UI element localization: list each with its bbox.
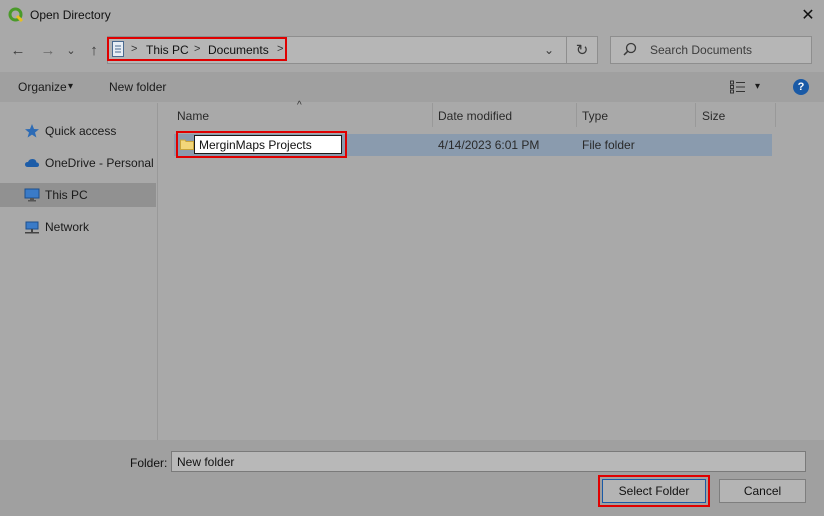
rename-highlight-box bbox=[176, 131, 347, 158]
column-header-name[interactable]: Name bbox=[177, 109, 209, 123]
sidebar-item-label: OneDrive - Personal bbox=[45, 156, 154, 170]
column-divider[interactable] bbox=[695, 103, 696, 127]
qgis-app-icon bbox=[8, 7, 24, 23]
sidebar-item-label: Quick access bbox=[45, 124, 117, 138]
search-placeholder: Search Documents bbox=[650, 43, 753, 57]
column-header-size[interactable]: Size bbox=[702, 109, 725, 123]
sort-ascending-icon: ^ bbox=[297, 100, 302, 111]
search-icon bbox=[623, 42, 637, 56]
row-date-modified: 4/14/2023 6:01 PM bbox=[438, 138, 540, 152]
title-bar bbox=[0, 0, 824, 31]
breadcrumb-highlight-box bbox=[107, 37, 287, 61]
new-folder-button[interactable]: New folder bbox=[109, 80, 166, 94]
column-divider[interactable] bbox=[775, 103, 776, 127]
star-icon bbox=[24, 123, 40, 139]
window-title: Open Directory bbox=[30, 8, 111, 22]
cancel-button[interactable]: Cancel bbox=[719, 479, 806, 503]
column-divider[interactable] bbox=[432, 103, 433, 127]
help-icon[interactable]: ? bbox=[793, 79, 809, 95]
organize-caret-icon[interactable]: ▾ bbox=[68, 81, 73, 92]
folder-name-field[interactable] bbox=[171, 451, 806, 472]
column-header-type[interactable]: Type bbox=[582, 109, 608, 123]
close-button[interactable]: ✕ bbox=[796, 3, 820, 27]
computer-icon bbox=[24, 187, 40, 203]
organize-menu-button[interactable]: Organize bbox=[18, 80, 67, 94]
view-options-icon[interactable] bbox=[730, 80, 746, 94]
back-arrow-icon[interactable]: ← bbox=[8, 40, 28, 60]
sidebar-item-label: Network bbox=[45, 220, 90, 234]
refresh-icon[interactable]: ↻ bbox=[572, 40, 592, 60]
up-arrow-icon[interactable]: ↑ bbox=[84, 40, 104, 60]
recent-locations-chevron-icon[interactable]: ⌄ bbox=[64, 40, 78, 60]
sidebar-item-label: This PC bbox=[45, 188, 88, 202]
view-caret-icon[interactable]: ▾ bbox=[755, 81, 760, 92]
select-folder-highlight-box bbox=[598, 475, 710, 507]
address-divider bbox=[566, 37, 567, 63]
row-type: File folder bbox=[582, 138, 635, 152]
address-dropdown-chevron-icon[interactable]: ⌄ bbox=[540, 40, 558, 60]
column-header-date-modified[interactable]: Date modified bbox=[438, 109, 512, 123]
folder-label: Folder: bbox=[130, 456, 168, 470]
forward-arrow-icon[interactable]: → bbox=[38, 40, 58, 60]
network-icon bbox=[24, 219, 40, 235]
column-divider[interactable] bbox=[576, 103, 577, 127]
cloud-icon bbox=[24, 155, 40, 171]
